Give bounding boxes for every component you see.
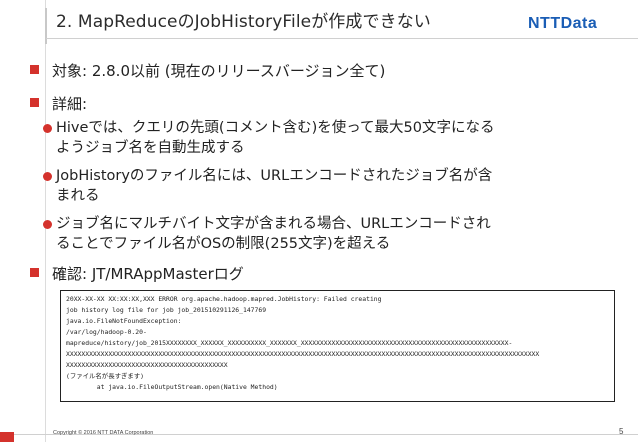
log-line: 20XX-XX-XX XX:XX:XX,XXX ERROR org.apache… xyxy=(66,295,382,303)
detail-item-jobhistory-filename: JobHistoryのファイル名には、URLエンコードされたジョブ名が含 まれる xyxy=(43,166,618,206)
page-number: 5 xyxy=(619,427,624,436)
detail-line: まれる xyxy=(56,188,100,204)
log-line: job history log file for job job_2015102… xyxy=(66,306,267,314)
log-line: mapreduce/history/job_2015XXXXXXXX_XXXXX… xyxy=(66,339,513,347)
bullet-square-icon xyxy=(30,65,39,74)
slide: 2. MapReduceのJobHistoryFileが作成できない NTTDa… xyxy=(0,0,638,442)
bullet-dot-icon xyxy=(43,124,52,133)
detail-line: ることでファイル名がOSの制限(255文字)を超える xyxy=(56,236,391,252)
bullet-square-icon xyxy=(30,98,39,107)
detail-line: ジョブ名にマルチバイト文字が含まれる場合、URLエンコードされ xyxy=(56,216,491,232)
log-excerpt-box: 20XX-XX-XX XX:XX:XX,XXX ERROR org.apache… xyxy=(60,290,615,402)
log-line: /var/log/hadoop-0.20- xyxy=(66,328,147,336)
copyright-text: Copyright © 2016 NTT DATA Corporation xyxy=(53,430,154,436)
log-line: (ファイル名が長すぎます) xyxy=(66,372,144,380)
bullet-text: 確認: JT/MRAppMasterログ xyxy=(52,265,244,283)
svg-text:NTTData: NTTData xyxy=(528,15,597,32)
bullet-text: 詳細: xyxy=(52,95,88,113)
detail-line: JobHistoryのファイル名には、URLエンコードされたジョブ名が含 xyxy=(56,168,493,184)
log-line: at java.io.FileOutputStream.open(Native … xyxy=(66,383,278,391)
log-line: java.io.FileNotFoundException: xyxy=(66,317,182,325)
detail-line: ようジョブ名を自動生成する xyxy=(56,140,245,156)
title-divider xyxy=(46,38,638,39)
detail-line: Hiveでは、クエリの先頭(コメント含む)を使って最大50文字になる xyxy=(56,120,495,136)
slide-title: 2. MapReduceのJobHistoryFileが作成できない xyxy=(56,12,431,32)
log-line: XXXXXXXXXXXXXXXXXXXXXXXXXXXXXXXXXXXXXXXX… xyxy=(66,350,540,358)
ntt-data-logo: NTTData xyxy=(528,15,597,32)
footer-accent-bar xyxy=(0,432,14,442)
detail-item-multibyte-limit: ジョブ名にマルチバイト文字が含まれる場合、URLエンコードされ ることでファイル… xyxy=(43,214,618,254)
bullet-square-icon xyxy=(30,268,39,277)
log-line: XXXXXXXXXXXXXXXXXXXXXXXXXXXXXXXXXXXXXXXX… xyxy=(66,361,228,369)
bullet-dot-icon xyxy=(43,220,52,229)
bullet-text: 対象: 2.8.0以前 (現在のリリースバージョン全て) xyxy=(52,62,386,80)
bullet-dot-icon xyxy=(43,172,52,181)
detail-item-hive-jobname: Hiveでは、クエリの先頭(コメント含む)を使って最大50文字になる ようジョブ… xyxy=(43,118,618,158)
